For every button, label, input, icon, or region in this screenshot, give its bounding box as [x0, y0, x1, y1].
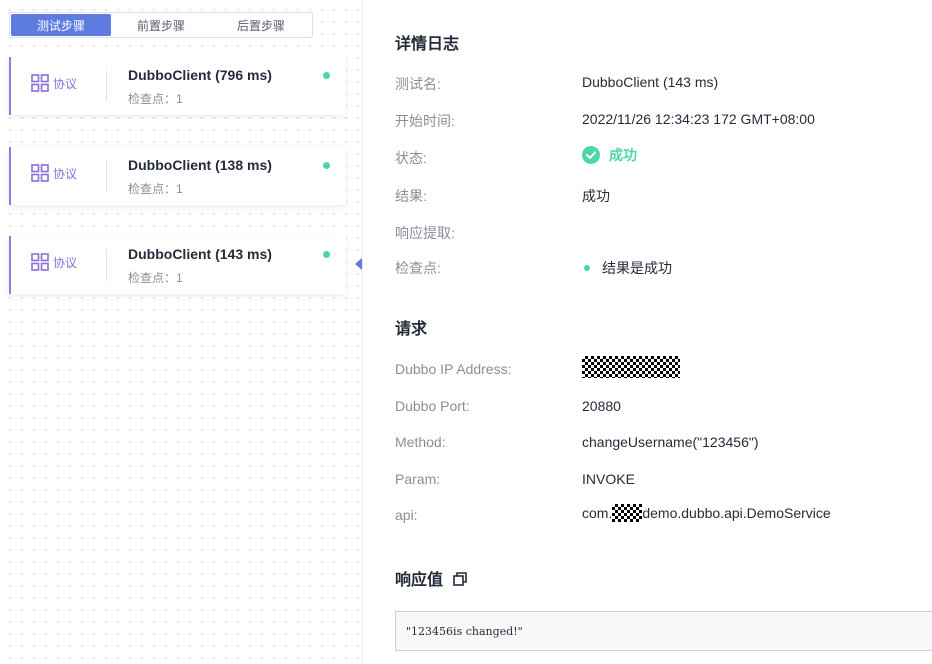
- test-name-value: DubboClient (143 ms): [582, 74, 719, 90]
- ip-label: Dubbo IP Address:: [395, 361, 512, 377]
- masked-api: [612, 504, 643, 522]
- status-dot: [323, 72, 330, 79]
- bullet: [584, 265, 590, 271]
- request-title: 请求: [395, 321, 428, 338]
- tab-test-steps[interactable]: 测试步骤: [11, 14, 111, 36]
- param-value: INVOKE: [582, 471, 635, 487]
- start-time-label: 开始时间:: [395, 113, 455, 129]
- response-title-text: 响应值: [395, 572, 444, 589]
- masked-ip: [582, 356, 680, 378]
- checkpoint-label: 检查点:: [395, 260, 441, 276]
- status-text: 成功: [609, 147, 637, 163]
- port-value: 20880: [582, 398, 621, 414]
- api-prefix: com.: [582, 505, 613, 521]
- divider: [106, 249, 107, 281]
- step-protocol: 协议: [31, 253, 77, 271]
- steps-panel: 测试步骤 前置步骤 后置步骤 协议 DubboClient (796 ms) 检…: [0, 0, 363, 664]
- api-label: api:: [395, 507, 418, 523]
- copy-icon[interactable]: [453, 572, 468, 586]
- step-protocol: 协议: [31, 74, 77, 92]
- api-value: com. demo.dubbo.api.DemoService: [582, 504, 831, 522]
- grid-icon: [31, 253, 49, 271]
- step-name: DubboClient (796 ms): [128, 67, 272, 83]
- checkpoint-text: 结果是成功: [602, 260, 672, 276]
- ip-value: [582, 356, 680, 378]
- selected-indicator-icon: [355, 258, 362, 270]
- port-label: Dubbo Port:: [395, 398, 470, 414]
- protocol-label: 协议: [53, 76, 78, 91]
- detail-title: 详情日志: [395, 36, 460, 53]
- status-label: 状态:: [395, 150, 427, 166]
- api-suffix: demo.dubbo.api.DemoService: [642, 505, 831, 521]
- checkpoint-value: 结果是成功: [582, 258, 672, 278]
- response-title: 响应值: [395, 566, 468, 590]
- divider: [106, 70, 107, 102]
- divider: [106, 160, 107, 192]
- method-label: Method:: [395, 434, 446, 450]
- protocol-label: 协议: [53, 255, 78, 270]
- check-circle-icon: [582, 146, 600, 164]
- grid-icon: [31, 74, 49, 92]
- step-checkpoints: 检查点：1: [128, 271, 183, 285]
- grid-icon: [31, 164, 49, 182]
- response-value: "123456is changed!": [406, 624, 523, 638]
- result-value: 成功: [582, 188, 610, 204]
- step-checkpoints: 检查点：1: [128, 182, 183, 196]
- step-checkpoints: 检查点：1: [128, 92, 183, 106]
- tab-pre-steps[interactable]: 前置步骤: [111, 14, 211, 36]
- start-time-value: 2022/11/26 12:34:23 172 GMT+08:00: [582, 111, 815, 127]
- response-value-box[interactable]: "123456is changed!": [395, 611, 932, 651]
- step-name: DubboClient (143 ms): [128, 246, 272, 262]
- param-label: Param:: [395, 471, 441, 487]
- status-dot: [323, 162, 330, 169]
- test-name-label: 测试名:: [395, 76, 441, 92]
- tab-post-steps[interactable]: 后置步骤: [211, 14, 311, 36]
- step-tabs: 测试步骤 前置步骤 后置步骤: [9, 12, 313, 38]
- result-label: 结果:: [395, 188, 427, 204]
- extract-label: 响应提取:: [395, 225, 455, 241]
- step-name: DubboClient (138 ms): [128, 157, 272, 173]
- method-value: changeUsername("123456"): [582, 434, 759, 450]
- status-dot: [323, 251, 330, 258]
- protocol-label: 协议: [53, 166, 78, 181]
- step-card-selected[interactable]: 协议 DubboClient (143 ms) 检查点：1: [9, 236, 346, 294]
- step-card[interactable]: 协议 DubboClient (796 ms) 检查点：1: [9, 57, 346, 115]
- step-protocol: 协议: [31, 164, 77, 182]
- status-value: 成功: [582, 145, 637, 165]
- step-card[interactable]: 协议 DubboClient (138 ms) 检查点：1: [9, 147, 346, 205]
